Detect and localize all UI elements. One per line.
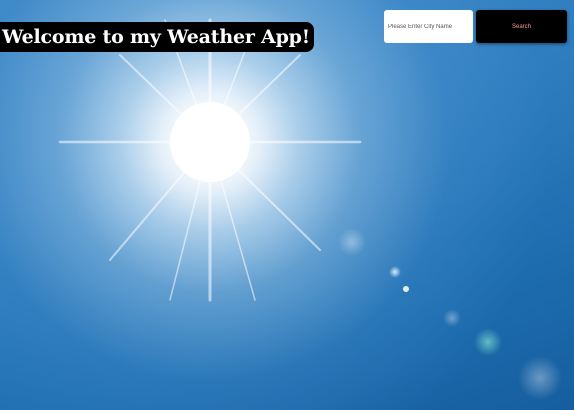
sun-glare-graphic — [58, 18, 562, 400]
city-search-input[interactable] — [384, 10, 473, 43]
sky-background-image — [0, 0, 574, 410]
page-title: Welcome to my Weather App! — [0, 22, 314, 52]
search-button[interactable]: Search — [476, 10, 567, 43]
